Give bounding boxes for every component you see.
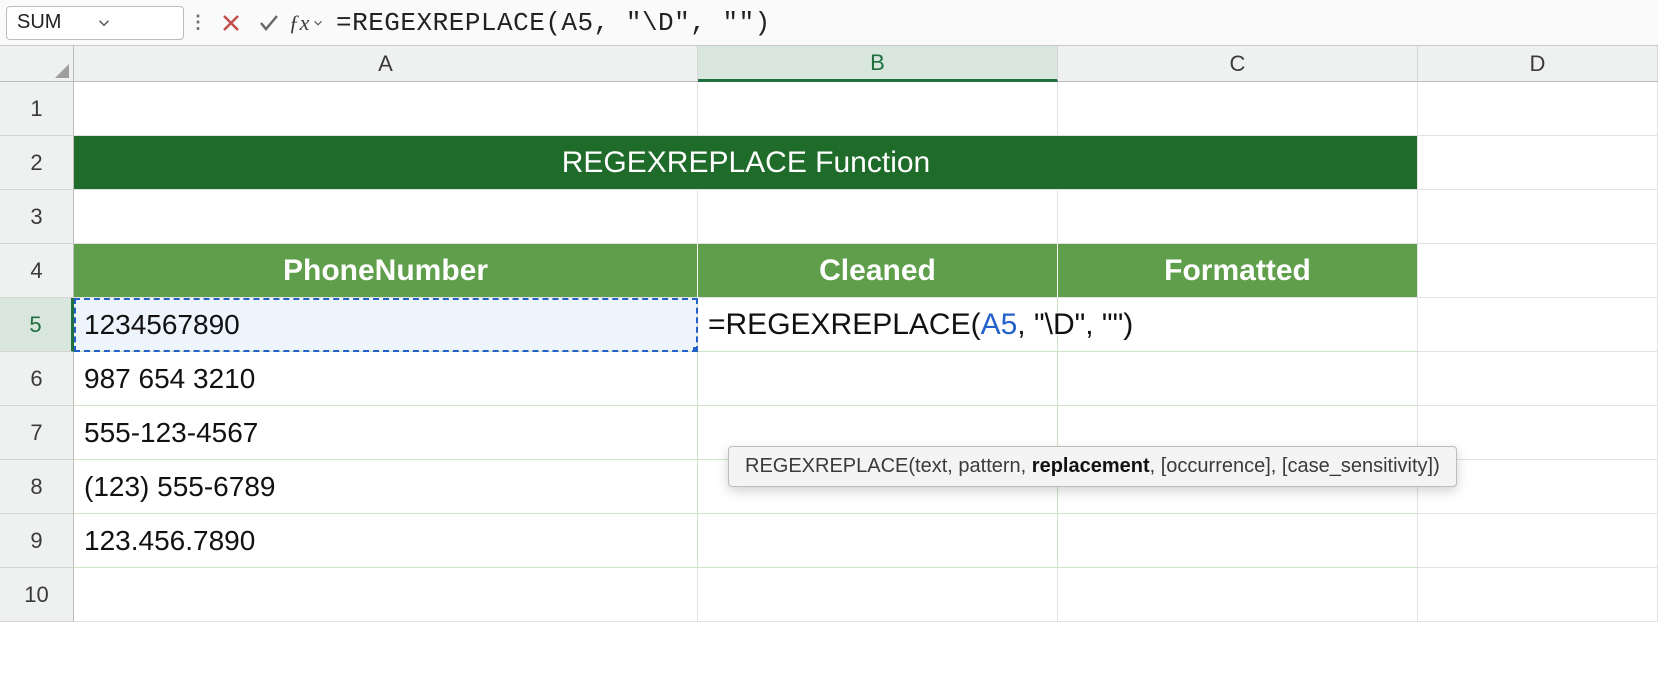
formula-ref: A5 [981, 308, 1018, 341]
cell-A8[interactable]: (123) 555-6789 [74, 460, 698, 514]
cell-C3[interactable] [1058, 190, 1418, 244]
cell-C1[interactable] [1058, 82, 1418, 136]
cell-D2[interactable] [1418, 136, 1658, 190]
row: 1 [0, 82, 1658, 136]
name-box-value: SUM [17, 11, 95, 34]
cell-A7[interactable]: 555-123-4567 [74, 406, 698, 460]
cell-B4[interactable]: Cleaned [698, 244, 1058, 298]
cancel-button[interactable] [212, 6, 250, 40]
select-all-corner[interactable] [0, 46, 74, 81]
row-header-9[interactable]: 9 [0, 514, 74, 568]
cell-D10[interactable] [1418, 568, 1658, 622]
cell-B2[interactable] [698, 136, 1058, 190]
tooltip-args-after: , [occurrence], [case_sensitivity]) [1150, 455, 1440, 477]
enter-button[interactable] [250, 6, 288, 40]
cell-B1[interactable] [698, 82, 1058, 136]
row: 10 [0, 568, 1658, 622]
formula-suffix: , "\D", "") [1017, 308, 1133, 341]
chevron-down-icon[interactable] [95, 14, 173, 32]
function-tooltip[interactable]: REGEXREPLACE(text, pattern, replacement,… [728, 446, 1457, 487]
row: 2 REGEXREPLACE Function [0, 136, 1658, 190]
column-header-B[interactable]: B [698, 46, 1058, 82]
row-header-1[interactable]: 1 [0, 82, 74, 136]
cell-B6[interactable] [698, 352, 1058, 406]
row-header-2[interactable]: 2 [0, 136, 74, 190]
cell-B10[interactable] [698, 568, 1058, 622]
column-header-C[interactable]: C [1058, 46, 1418, 81]
row: 9 123.456.7890 [0, 514, 1658, 568]
grip-icon: ⋮ [184, 12, 212, 33]
column-header-A[interactable]: A [74, 46, 698, 81]
row-header-7[interactable]: 7 [0, 406, 74, 460]
cell-A1[interactable] [74, 82, 698, 136]
row-header-5[interactable]: 5 [0, 298, 74, 352]
insert-function-button[interactable]: ƒx [288, 6, 326, 40]
tooltip-args-before: (text, pattern, [908, 455, 1031, 477]
fx-icon: ƒx [289, 10, 326, 36]
cell-D4[interactable] [1418, 244, 1658, 298]
row-header-3[interactable]: 3 [0, 190, 74, 244]
row: 4 PhoneNumber Cleaned Formatted [0, 244, 1658, 298]
cell-D9[interactable] [1418, 514, 1658, 568]
cell-C9[interactable] [1058, 514, 1418, 568]
cell-A6[interactable]: 987 654 3210 [74, 352, 698, 406]
name-box[interactable]: SUM [6, 6, 184, 40]
row-header-10[interactable]: 10 [0, 568, 74, 622]
cell-D1[interactable] [1418, 82, 1658, 136]
cell-B9[interactable] [698, 514, 1058, 568]
column-headers: A B C D [0, 46, 1658, 82]
column-header-D[interactable]: D [1418, 46, 1658, 81]
cell-A2[interactable] [74, 136, 698, 190]
cell-A4[interactable]: PhoneNumber [74, 244, 698, 298]
cell-C4[interactable]: Formatted [1058, 244, 1418, 298]
tooltip-arg-current: replacement [1032, 455, 1150, 477]
cell-D6[interactable] [1418, 352, 1658, 406]
spreadsheet-grid: A B C D 1 2 REGEXREPLACE Function 3 4 Ph… [0, 46, 1658, 622]
chevron-down-icon [311, 10, 325, 36]
cell-C2[interactable] [1058, 136, 1418, 190]
row: 3 [0, 190, 1658, 244]
row: 5 1234567890 =REGEXREPLACE(A5, "\D", "") [0, 298, 1658, 352]
cell-C10[interactable] [1058, 568, 1418, 622]
cell-formula-text: =REGEXREPLACE(A5, "\D", "") [708, 308, 1133, 342]
cell-D3[interactable] [1418, 190, 1658, 244]
cell-A9[interactable]: 123.456.7890 [74, 514, 698, 568]
cell-A5[interactable]: 1234567890 [74, 298, 698, 352]
cell-B3[interactable] [698, 190, 1058, 244]
cell-C6[interactable] [1058, 352, 1418, 406]
formula-prefix: =REGEXREPLACE( [708, 308, 981, 341]
cell-D5[interactable] [1418, 298, 1658, 352]
row: 6 987 654 3210 [0, 352, 1658, 406]
row-header-6[interactable]: 6 [0, 352, 74, 406]
formula-input[interactable]: =REGEXREPLACE(A5, "\D", "") [336, 6, 1658, 40]
formula-bar: SUM ⋮ ƒx =REGEXREPLACE(A5, "\D", "") [0, 0, 1658, 46]
tooltip-fn: REGEXREPLACE [745, 455, 908, 477]
formula-text: =REGEXREPLACE(A5, "\D", "") [336, 8, 771, 38]
row-header-8[interactable]: 8 [0, 460, 74, 514]
cell-A10[interactable] [74, 568, 698, 622]
cell-A3[interactable] [74, 190, 698, 244]
cell-B5[interactable]: =REGEXREPLACE(A5, "\D", "") [698, 298, 1058, 352]
row-header-4[interactable]: 4 [0, 244, 74, 298]
